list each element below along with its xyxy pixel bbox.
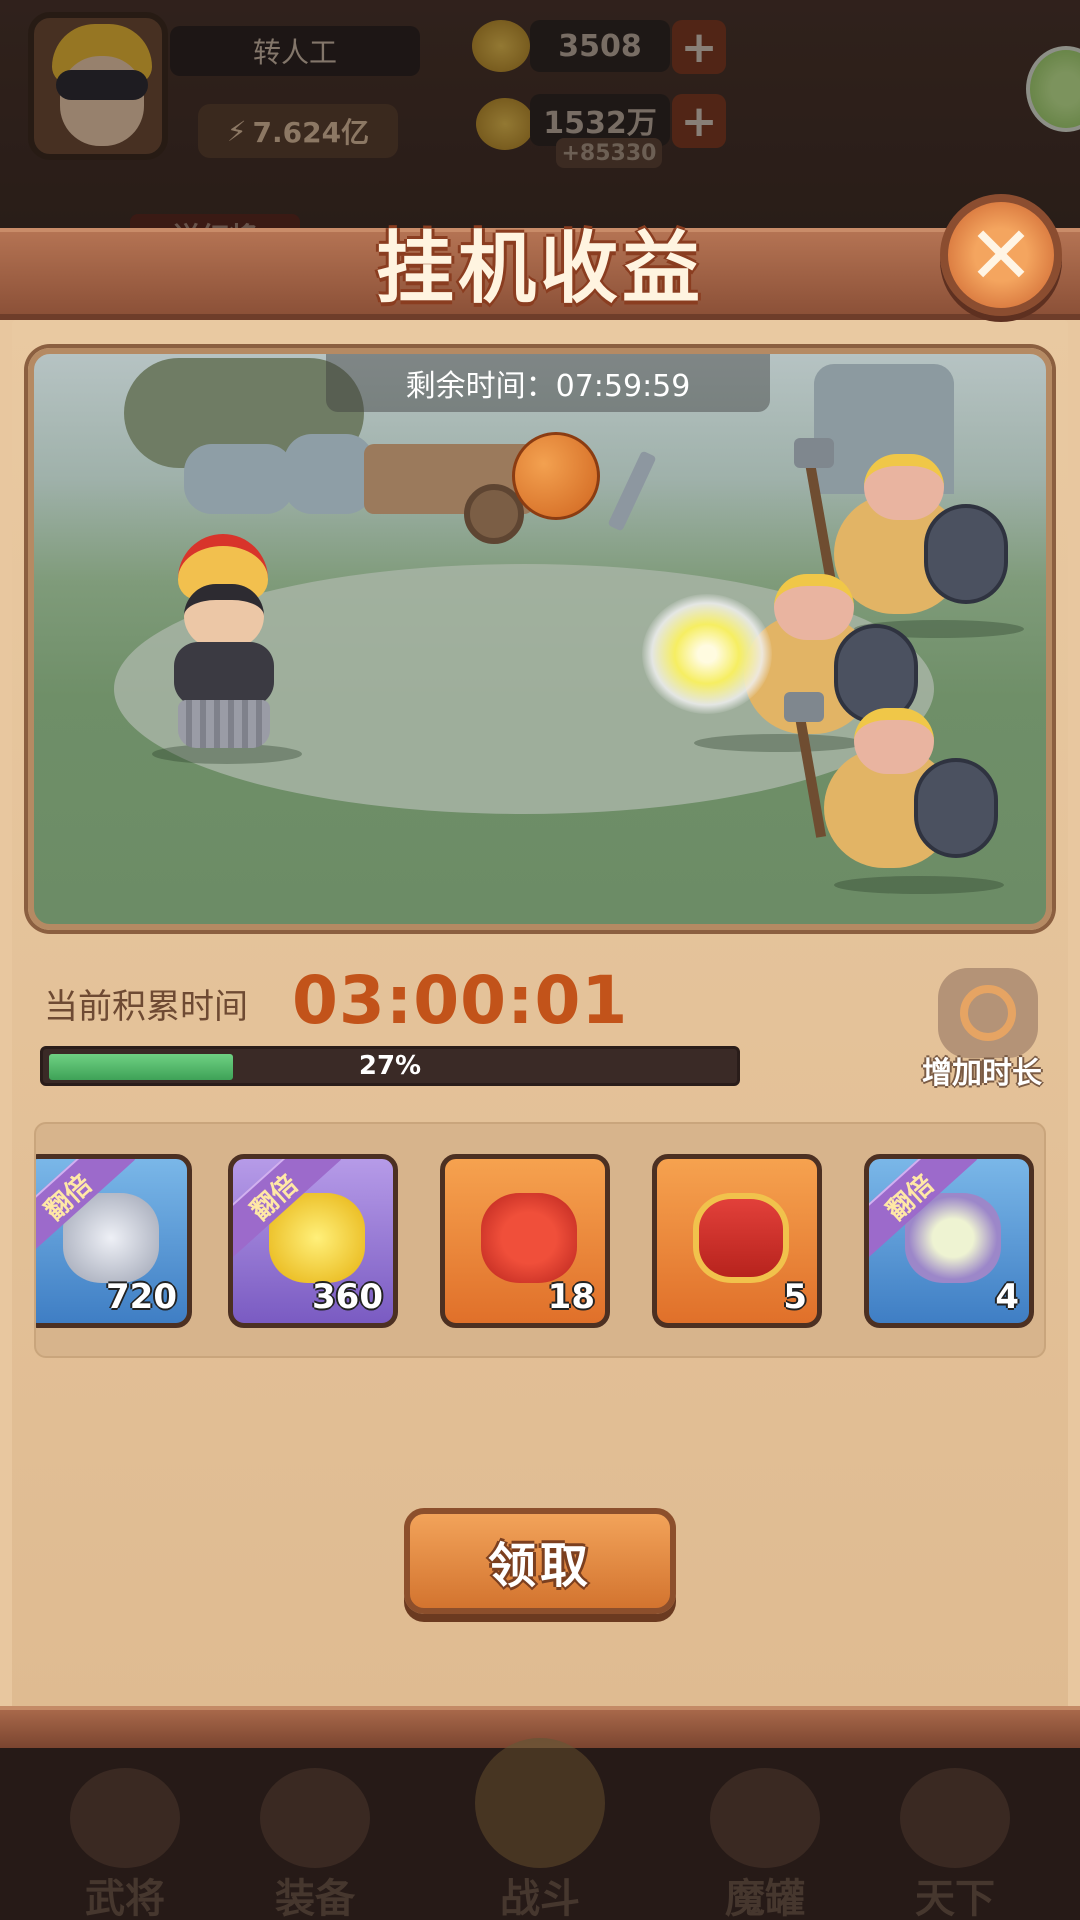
battle-scene: 剩余时间：07:59:59	[28, 348, 1052, 930]
remaining-time: 剩余时间：07:59:59	[326, 354, 770, 412]
panel-title: 挂机收益	[375, 224, 704, 314]
enemy-shield	[924, 504, 1008, 604]
reward-quantity: 720	[106, 1277, 177, 1317]
hit-flash-effect	[642, 594, 772, 714]
card-pack-icon	[693, 1193, 789, 1283]
reward-quantity: 5	[783, 1277, 807, 1317]
reward-item-gold-ingot[interactable]: 翻倍 360	[228, 1154, 398, 1328]
pig-bandit-enemy	[784, 692, 998, 878]
enemy-shield	[914, 758, 998, 858]
bottom-navigation: 武将 装备 战斗 魔罐 天下	[0, 1738, 1080, 1920]
close-button[interactable]: ✕	[940, 194, 1062, 316]
progress-percent: 27%	[358, 1051, 422, 1081]
lucky-bag-icon	[481, 1193, 577, 1283]
add-time-button[interactable]: 增加时长	[912, 968, 1052, 1091]
reward-item-lucky-bag[interactable]: 18	[440, 1154, 610, 1328]
rewards-tray: 翻倍 720 翻倍 360 18 5 翻倍 4	[34, 1122, 1046, 1358]
add-time-label: 增加时长	[922, 1056, 1042, 1091]
claim-button[interactable]: 领取	[404, 1508, 676, 1614]
accumulation-progress-bar: 27%	[40, 1046, 740, 1086]
enemy-shadow	[834, 876, 1004, 894]
reward-item-ore[interactable]: 翻倍 720	[36, 1154, 192, 1328]
reward-quantity: 360	[312, 1277, 383, 1317]
close-icon: ✕	[967, 208, 1035, 302]
reward-quantity: 18	[547, 1277, 595, 1317]
rock	[284, 434, 374, 514]
hero-legs	[178, 700, 270, 748]
enemy-head	[774, 574, 854, 640]
reward-item-card-pack[interactable]: 5	[652, 1154, 822, 1328]
accumulated-time-label: 当前积累时间	[44, 986, 248, 1027]
panel-title-bar: 挂机收益 ✕	[0, 194, 1080, 320]
sword-in-ground	[607, 450, 657, 532]
basketball-icon	[512, 432, 600, 520]
accumulated-time-value: 03:00:01	[292, 961, 629, 1039]
axe-head	[784, 692, 824, 722]
stopwatch-icon	[938, 968, 1038, 1058]
hero-body	[174, 642, 274, 706]
reward-item-tofu-dish[interactable]: 翻倍 4	[864, 1154, 1034, 1328]
enemy-head	[854, 708, 934, 774]
rock	[184, 444, 294, 514]
hero-head	[184, 584, 264, 648]
axe-head	[794, 438, 834, 468]
modal-dim-overlay	[0, 1748, 1080, 1920]
reward-quantity: 4	[995, 1277, 1019, 1317]
hero-character	[154, 534, 294, 754]
enemy-head	[864, 454, 944, 520]
